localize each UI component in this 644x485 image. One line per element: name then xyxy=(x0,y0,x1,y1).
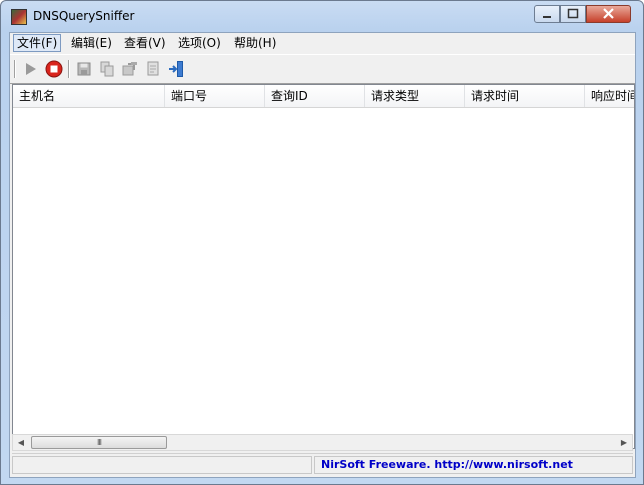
maximize-button[interactable] xyxy=(560,5,586,23)
toolbar-separator xyxy=(68,60,70,78)
app-window: DNSQuerySniffer 文件(F) 编辑(E) 查看(V) 选项(O) … xyxy=(0,0,644,485)
column-header-request-type[interactable]: 请求类型 xyxy=(365,85,465,107)
properties-icon xyxy=(122,62,137,76)
scroll-right-button[interactable]: ▶ xyxy=(616,435,632,450)
menu-bar: 文件(F) 编辑(E) 查看(V) 选项(O) 帮助(H) xyxy=(10,33,635,53)
app-icon[interactable] xyxy=(11,9,27,25)
close-icon xyxy=(603,8,614,19)
client-area: 文件(F) 编辑(E) 查看(V) 选项(O) 帮助(H) 主机名 端口号 查询… xyxy=(9,32,636,478)
menu-edit[interactable]: 编辑(E) xyxy=(68,35,115,51)
menu-view[interactable]: 查看(V) xyxy=(121,35,169,51)
scroll-thumb-grip: III xyxy=(96,438,102,447)
title-bar[interactable]: DNSQuerySniffer xyxy=(1,1,643,31)
minimize-button[interactable] xyxy=(534,5,560,23)
scroll-left-button[interactable]: ◀ xyxy=(13,435,29,450)
column-header-request-time[interactable]: 请求时间 xyxy=(465,85,585,107)
stop-capture-button[interactable] xyxy=(44,59,64,79)
menu-help[interactable]: 帮助(H) xyxy=(231,35,279,51)
save-icon xyxy=(77,62,91,76)
column-header-response-time[interactable]: 响应时间 xyxy=(585,85,634,107)
exit-button[interactable] xyxy=(167,59,187,79)
toolbar-grip xyxy=(14,60,16,78)
start-capture-button[interactable] xyxy=(20,59,40,79)
play-icon xyxy=(26,63,36,75)
status-pane-left xyxy=(12,456,312,474)
column-header-query-id[interactable]: 查询ID xyxy=(265,85,365,107)
stop-icon xyxy=(45,60,63,78)
horizontal-scrollbar[interactable]: ◀ III ▶ xyxy=(12,434,633,451)
save-button[interactable] xyxy=(74,59,94,79)
status-bar: NirSoft Freeware. http://www.nirsoft.net xyxy=(12,453,633,476)
menu-file[interactable]: 文件(F) xyxy=(13,34,62,52)
nirsoft-link[interactable]: NirSoft Freeware. http://www.nirsoft.net xyxy=(314,456,633,474)
list-header: 主机名 端口号 查询ID 请求类型 请求时间 响应时间 xyxy=(13,85,634,108)
html-report-icon xyxy=(147,61,159,76)
column-header-port[interactable]: 端口号 xyxy=(165,85,265,107)
html-report-button[interactable] xyxy=(143,59,163,79)
minimize-icon xyxy=(543,16,551,18)
copy-button[interactable] xyxy=(97,59,117,79)
copy-icon xyxy=(100,61,114,77)
close-button[interactable] xyxy=(586,5,631,23)
scroll-thumb[interactable]: III xyxy=(31,436,167,449)
menu-options[interactable]: 选项(O) xyxy=(175,35,224,51)
dns-query-list[interactable]: 主机名 端口号 查询ID 请求类型 请求时间 响应时间 xyxy=(12,84,635,449)
properties-button[interactable] xyxy=(120,59,140,79)
exit-icon xyxy=(169,61,183,77)
window-title: DNSQuerySniffer xyxy=(33,9,135,23)
column-header-hostname[interactable]: 主机名 xyxy=(13,85,165,107)
toolbar xyxy=(10,54,635,84)
maximize-icon xyxy=(567,8,579,19)
